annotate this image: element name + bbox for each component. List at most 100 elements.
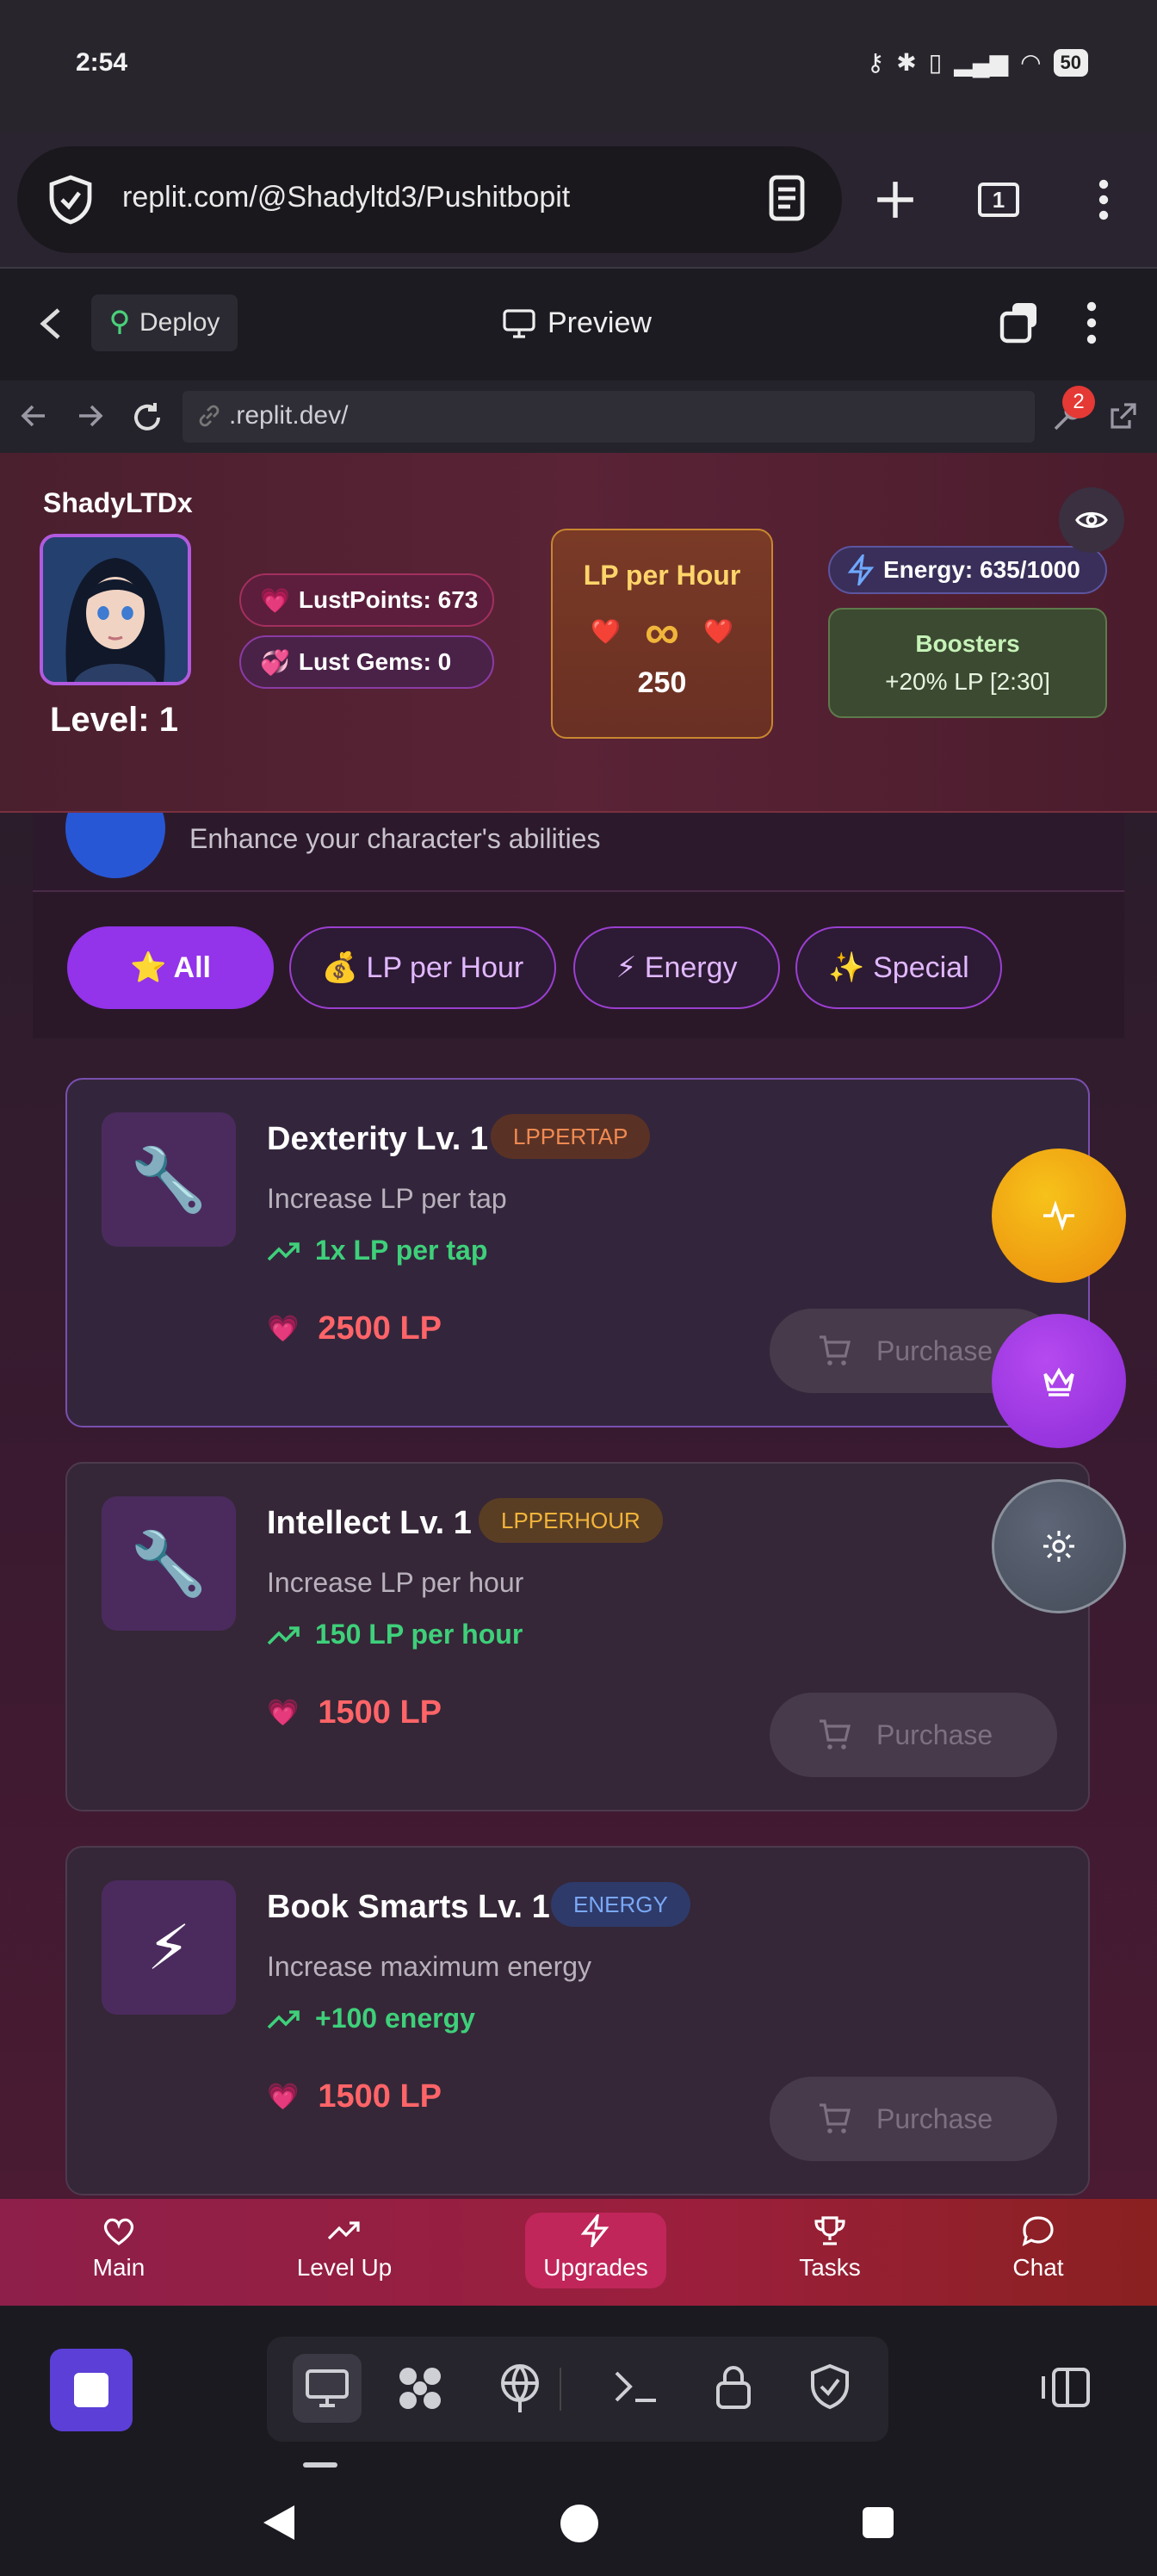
status-icons: ⚷ ✱ ▯ ▂▄▆ ◠ 50 (867, 48, 1088, 77)
reader-mode-icon[interactable] (766, 172, 807, 228)
tab-switcher-button[interactable]: 1 (962, 164, 1035, 236)
heart-icon (103, 2218, 134, 2245)
preview-reload-icon[interactable] (131, 401, 164, 438)
nav-chat-label: Chat (1012, 2254, 1064, 2281)
purchase-label: Purchase (876, 1334, 993, 1366)
deploy-button[interactable]: Deploy (91, 294, 238, 351)
nav-upgrades[interactable]: Upgrades (525, 2213, 666, 2288)
purchase-button[interactable]: Purchase (770, 1693, 1057, 1777)
filter-energy[interactable]: ⚡ Energy (573, 926, 780, 1009)
upgrade-gain: +100 energy (267, 2003, 475, 2034)
upgrade-title: Intellect Lv. 1 (267, 1505, 472, 1541)
back-arrow-icon[interactable] (38, 307, 64, 345)
upgrade-gain-text: +100 energy (315, 2003, 475, 2034)
filter-special[interactable]: ✨ Special (795, 926, 1002, 1009)
system-home-icon[interactable] (560, 2504, 599, 2548)
filter-all[interactable]: ⭐ All (67, 926, 274, 1009)
wrench-icon: 🔧 (102, 1112, 236, 1247)
lust-points-pill: 💗 LustPoints: 673 (239, 573, 494, 627)
crown-icon (1043, 1367, 1074, 1396)
premium-fab[interactable] (992, 1314, 1126, 1448)
upgrade-price-text: 1500 LP (318, 1694, 442, 1731)
star-badge-icon (65, 813, 165, 878)
settings-fab[interactable] (992, 1479, 1126, 1613)
upgrade-title: Book Smarts Lv. 1 (267, 1889, 550, 1925)
preview-back-icon[interactable] (19, 401, 48, 435)
section-header: Enhance your character's abilities (33, 813, 1124, 892)
heart-icon: ❤️ (591, 618, 622, 645)
notification-badge: 2 (1062, 386, 1095, 418)
username: ShadyLTDx (43, 487, 193, 518)
browser-menu-button[interactable] (1067, 164, 1140, 236)
system-nav-bar (0, 2471, 1157, 2576)
upgrade-price-text: 2500 LP (318, 1310, 442, 1347)
avatar[interactable] (40, 534, 191, 685)
boosters-card[interactable]: Boosters +20% LP [2:30] (828, 608, 1107, 718)
tool-group (267, 2337, 888, 2442)
panel-layout-icon[interactable] (1040, 2366, 1092, 2413)
upgrade-card-book-smarts: ⚡ Book Smarts Lv. 1 ENERGY Increase maxi… (65, 1846, 1090, 2195)
tabs-stack-icon[interactable] (999, 301, 1040, 349)
new-tab-button[interactable] (859, 164, 931, 236)
lust-gems-value: Lust Gems: 0 (298, 648, 452, 675)
upgrade-card-dexterity: 🔧 Dexterity Lv. 1 LPPERTAP Increase LP p… (65, 1078, 1090, 1427)
signal-icon: ▂▄▆ (954, 49, 1009, 76)
system-back-icon[interactable] (260, 2502, 298, 2548)
heart-icon: 💗 (267, 1315, 300, 1343)
vibrate-icon: ▯ (928, 49, 943, 76)
replit-toolbar (0, 2306, 1157, 2471)
replit-menu-icon[interactable] (1086, 301, 1097, 349)
lp-per-hour-infinity: ❤️ ∞ ❤️ (553, 604, 771, 659)
trophy-icon (814, 2216, 845, 2245)
upgrade-card-intellect: 🔧 Intellect Lv. 1 LPPERHOUR Increase LP … (65, 1462, 1090, 1811)
energy-value: Energy: 635/1000 (883, 556, 1080, 583)
nav-level-up[interactable]: Level Up (258, 2214, 430, 2282)
cart-icon (820, 1335, 851, 1365)
upgrade-description: Increase maximum energy (267, 1951, 592, 1982)
energy-pill: Energy: 635/1000 (828, 546, 1107, 594)
cart-icon (820, 1719, 851, 1749)
purchase-button[interactable]: Purchase (770, 2077, 1057, 2161)
upgrade-gain: 1x LP per tap (267, 1235, 487, 1266)
trending-up-icon (267, 1242, 300, 1260)
address-bar[interactable]: replit.com/@Shadyltd3/Pushitbopit (17, 146, 842, 253)
upgrade-tag: LPPERHOUR (479, 1498, 663, 1543)
upgrades-main: Enhance your character's abilities ⭐ All… (0, 813, 1157, 2199)
filter-lp-per-hour[interactable]: 💰 LP per Hour (289, 926, 556, 1009)
preview-browser-bar: .replit.dev/ (0, 381, 1157, 453)
secrets-lock-icon[interactable] (713, 2362, 754, 2415)
nav-chat[interactable]: Chat (952, 2214, 1124, 2282)
toggle-visibility-button[interactable] (1059, 487, 1124, 553)
agent-tool-icon[interactable] (394, 2362, 446, 2418)
system-recents-icon[interactable] (861, 2505, 895, 2544)
nav-tasks[interactable]: Tasks (744, 2214, 916, 2282)
upgrade-description: Increase LP per hour (267, 1567, 524, 1598)
stop-icon (74, 2373, 108, 2407)
preview-tool-icon[interactable] (293, 2354, 362, 2423)
deploy-tool-icon[interactable] (496, 2362, 544, 2418)
site-info-icon[interactable] (48, 174, 93, 230)
trending-up-icon (267, 2009, 300, 2028)
upgrade-gain-text: 150 LP per hour (315, 1619, 523, 1650)
trending-up-icon (267, 1625, 300, 1644)
nav-upgrades-label: Upgrades (543, 2254, 648, 2281)
chat-bubble-icon (1022, 2216, 1054, 2246)
upgrade-price-text: 1500 LP (318, 2078, 442, 2115)
wrench-icon: 🔧 (102, 1496, 236, 1631)
open-external-icon[interactable] (1109, 401, 1138, 435)
upgrade-price: 💗 2500 LP (267, 1310, 442, 1347)
purchase-label: Purchase (876, 1718, 993, 1750)
shell-tool-icon[interactable] (611, 2362, 659, 2415)
key-icon: ⚷ (866, 49, 885, 76)
preview-url-input[interactable]: .replit.dev/ (183, 391, 1035, 443)
preview-forward-icon[interactable] (76, 401, 105, 435)
url-text[interactable]: replit.com/@Shadyltd3/Pushitbopit (122, 181, 570, 214)
nav-main[interactable]: Main (33, 2214, 205, 2282)
nav-main-label: Main (92, 2254, 145, 2281)
battery-icon: 50 (1053, 48, 1088, 77)
security-shield-icon[interactable] (809, 2362, 851, 2415)
more-vert-icon (1098, 179, 1109, 220)
activity-fab[interactable] (992, 1149, 1126, 1283)
cart-icon (820, 2103, 851, 2133)
stop-button[interactable] (50, 2349, 133, 2431)
